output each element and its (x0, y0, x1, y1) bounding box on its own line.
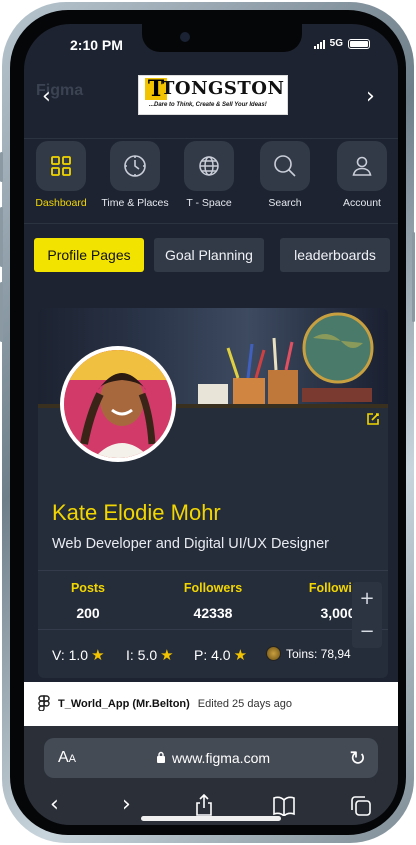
power-button (412, 232, 415, 322)
ratings-row: V: 1.0 ★ I: 5.0 ★ P: 4.0 ★ Toins: 78,94 (38, 640, 388, 670)
zoom-control: + − (352, 582, 382, 648)
rating-p: P: 4.0 ★ (194, 646, 247, 664)
nav-label-time-places: Time & Places (101, 197, 169, 209)
nav-item-account[interactable]: Account (326, 139, 398, 209)
app-logo[interactable]: T TONGSTON ...Dare to Think, Create & Se… (138, 75, 288, 115)
tab-goal-planning[interactable]: Goal Planning (154, 238, 264, 272)
nav-label-search: Search (268, 197, 302, 209)
stat-posts[interactable]: Posts 200 (46, 581, 130, 621)
figma-file-bar[interactable]: T_World_App (Mr.Belton) Edited 25 days a… (24, 682, 398, 726)
search-icon (260, 141, 310, 191)
avatar-photo (64, 350, 172, 458)
rating-label: P: 4.0 (194, 647, 231, 663)
browser-chrome: AA www.figma.com ↻ ‹ › (24, 726, 398, 825)
grid-icon (36, 141, 86, 191)
profile-card: Kate Elodie Mohr Web Developer and Digit… (38, 308, 388, 678)
status-time: 2:10 PM (70, 37, 123, 53)
text-size-button[interactable]: AA (58, 749, 76, 767)
figma-file-name: T_World_App (Mr.Belton) (58, 698, 190, 710)
browser-back-icon[interactable]: ‹ (50, 792, 59, 817)
clock-icon (110, 141, 160, 191)
url-display[interactable]: www.figma.com (156, 750, 270, 766)
profile-name: Kate Elodie Mohr (52, 500, 221, 525)
volume-up-button (0, 207, 3, 267)
screen: 2:10 PM 5G Figma ‹ T TONGSTON ...Dare to… (24, 24, 398, 825)
back-icon[interactable]: ‹ (42, 84, 51, 109)
stat-value: 42338 (193, 605, 233, 621)
tab-profile-pages[interactable]: Profile Pages (34, 238, 144, 272)
star-icon: ★ (160, 646, 174, 664)
notch (142, 24, 302, 52)
rating-label: I: 5.0 (126, 647, 158, 663)
rating-label: V: 1.0 (52, 647, 89, 663)
nav-label-dashboard: Dashboard (35, 197, 87, 209)
main-nav: Dashboard Time & Places T - Space Search… (24, 138, 398, 224)
volume-down-button (0, 282, 3, 342)
browser-forward-icon[interactable]: › (122, 792, 131, 817)
home-indicator (141, 816, 281, 821)
toins-balance: Toins: 78,94 (266, 646, 351, 661)
star-icon: ★ (233, 646, 248, 664)
nav-label-t-space: T - Space (186, 197, 232, 209)
nav-item-t-space[interactable]: T - Space (173, 139, 245, 209)
zoom-in-button[interactable]: + (352, 582, 382, 615)
stat-label: Followers (183, 581, 243, 595)
logo-wordmark: TONGSTON (161, 78, 285, 99)
aa-small: A (68, 753, 77, 765)
figma-icon (38, 694, 50, 714)
stat-label: Posts (70, 581, 106, 595)
tab-leaderboards[interactable]: leaderboards (280, 238, 390, 272)
figma-edited-time: Edited 25 days ago (197, 698, 292, 710)
signal-icon (313, 39, 325, 49)
mute-switch (0, 152, 3, 182)
user-icon (337, 141, 387, 191)
edit-cover-icon[interactable] (366, 412, 380, 431)
nav-item-dashboard[interactable]: Dashboard (25, 139, 97, 209)
network-label: 5G (329, 38, 343, 49)
stat-value: 200 (76, 605, 100, 621)
rating-i: I: 5.0 ★ (126, 646, 174, 664)
star-icon: ★ (91, 646, 105, 664)
globe-icon (184, 141, 234, 191)
forward-icon[interactable]: › (366, 84, 375, 109)
nav-item-search[interactable]: Search (249, 139, 321, 209)
tabs-icon[interactable] (350, 795, 372, 823)
address-bar[interactable]: AA www.figma.com ↻ (44, 738, 378, 778)
nav-item-time-places[interactable]: Time & Places (99, 139, 171, 209)
battery-icon (348, 38, 370, 49)
aa-large: A (58, 749, 69, 766)
app-header: Figma ‹ T TONGSTON ...Dare to Think, Cre… (24, 72, 398, 128)
zoom-out-button[interactable]: − (352, 615, 382, 648)
status-indicators: 5G (313, 38, 370, 49)
avatar[interactable] (60, 346, 176, 462)
stat-followers[interactable]: Followers 42338 (168, 581, 258, 621)
reload-icon[interactable]: ↻ (349, 746, 366, 770)
browser-toolbar: ‹ › (24, 792, 398, 818)
nav-label-account: Account (343, 197, 381, 209)
rating-v: V: 1.0 ★ (52, 646, 105, 664)
camera-icon (180, 32, 190, 42)
tab-bar: Profile Pages Goal Planning leaderboards (34, 238, 394, 272)
toins-label: Toins: 78,94 (286, 646, 351, 661)
lock-icon (156, 750, 166, 766)
coin-icon (266, 646, 281, 661)
logo-tagline: ...Dare to Think, Create & Sell Your Ide… (149, 102, 267, 108)
profile-stats: Posts 200 Followers 42338 Following 3,00… (38, 570, 388, 630)
url-text: www.figma.com (172, 750, 271, 766)
profile-bio: Web Developer and Digital UI/UX Designer (52, 536, 329, 552)
